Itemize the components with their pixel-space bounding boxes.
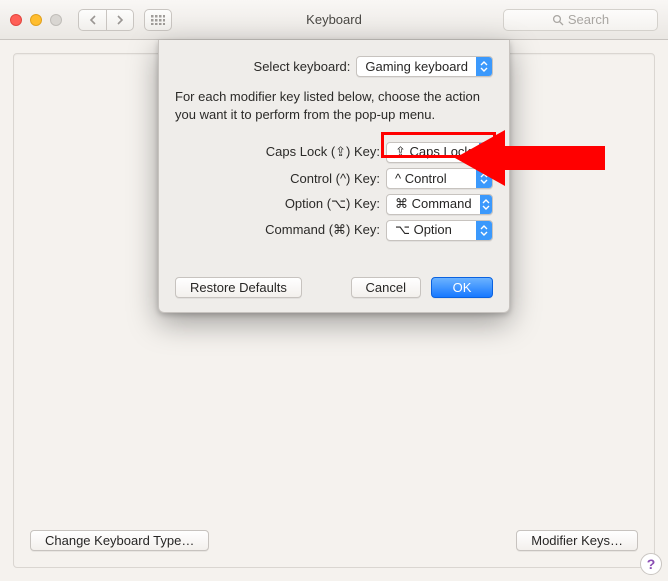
help-icon: ? [647,556,656,572]
modifier-keys-button[interactable]: Modifier Keys… [516,530,638,551]
modifier-row-control: Control (^) Key: ^ Control [175,165,493,191]
zoom-traffic-light [50,14,62,26]
control-popup[interactable]: ^ Control [386,168,493,189]
show-all-button[interactable] [144,9,172,31]
toolbar-search[interactable]: Search [503,9,658,31]
chevron-updown-icon [479,143,492,162]
cancel-button[interactable]: Cancel [351,277,421,298]
select-keyboard-label: Select keyboard: [254,59,351,74]
chevron-updown-icon [476,169,492,188]
select-keyboard-popup[interactable]: Gaming keyboard [356,56,493,77]
ok-button[interactable]: OK [431,277,493,298]
command-label: Command (⌘) Key: [210,222,380,238]
control-label: Control (^) Key: [210,171,380,186]
option-popup[interactable]: ⌘ Command [386,194,493,215]
modifier-row-capslock: Caps Lock (⇪) Key: ⇪ Caps Lock [175,139,493,165]
command-popup[interactable]: ⌥ Option [386,220,493,241]
capslock-label: Caps Lock (⇪) Key: [210,144,380,160]
chevron-updown-icon [480,195,492,214]
modifier-row-option: Option (⌥) Key: ⌘ Command [175,191,493,217]
search-placeholder: Search [568,12,609,27]
window-controls [10,14,62,26]
back-button[interactable] [78,9,106,31]
restore-defaults-button[interactable]: Restore Defaults [175,277,302,298]
nav-back-forward [78,9,134,31]
chevron-updown-icon [476,221,492,240]
titlebar: Keyboard Search [0,0,668,40]
change-keyboard-type-button[interactable]: Change Keyboard Type… [30,530,209,551]
sheet-intro-text: For each modifier key listed below, choo… [175,88,493,123]
search-icon [552,14,564,26]
modifier-keys-sheet: Select keyboard: Gaming keyboard For eac… [158,40,510,313]
close-traffic-light[interactable] [10,14,22,26]
forward-button[interactable] [106,9,134,31]
minimize-traffic-light[interactable] [30,14,42,26]
window-body: Change Keyboard Type… Modifier Keys… Sel… [0,40,668,581]
modifier-row-command: Command (⌘) Key: ⌥ Option [175,217,493,243]
capslock-popup[interactable]: ⇪ Caps Lock [386,142,493,163]
chevron-updown-icon [476,57,492,76]
option-label: Option (⌥) Key: [210,196,380,212]
help-button[interactable]: ? [640,553,662,575]
